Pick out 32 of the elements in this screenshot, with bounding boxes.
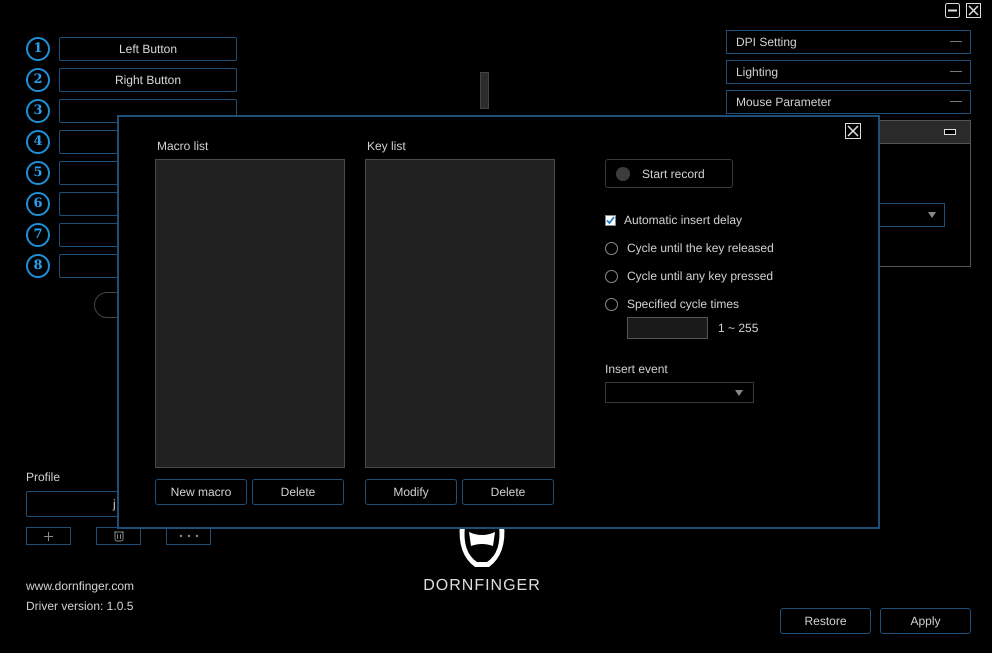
slot-number: 5 <box>26 161 50 185</box>
panel-header[interactable]: Lighting <box>726 60 971 84</box>
range-text: 1 ~ 255 <box>718 320 758 337</box>
slot-number: 8 <box>26 254 50 278</box>
footer-button[interactable]: Restore <box>780 608 871 634</box>
profile-label: Profile <box>26 470 62 484</box>
dialog-button[interactable]: Modify <box>365 479 457 505</box>
slot-number: 2 <box>26 68 50 92</box>
dialog-button[interactable]: Delete <box>462 479 554 505</box>
dialog-button[interactable]: Delete <box>252 479 344 505</box>
dialog-button[interactable]: New macro <box>155 479 247 505</box>
start-record-button[interactable]: Start record <box>605 159 733 188</box>
radio-label: Cycle until any key pressed <box>627 268 774 285</box>
panel-header[interactable]: Mouse Parameter <box>726 90 971 114</box>
website-link[interactable]: www.dornfinger.com <box>26 579 238 593</box>
insert-event-label: Insert event <box>605 362 669 376</box>
slot-number: 6 <box>26 192 50 216</box>
radio-label: Cycle until the key released <box>627 240 774 257</box>
radio-label: Specified cycle times <box>627 296 740 313</box>
driver-version: Driver version: 1.0.5 <box>26 599 134 613</box>
button-assignment[interactable]: Left Button <box>59 37 237 61</box>
list-label: Macro list <box>157 139 210 153</box>
footer-button[interactable]: Apply <box>880 608 971 634</box>
brand-name: DORNFINGER <box>423 576 541 596</box>
panel-header[interactable]: DPI Setting <box>726 30 971 54</box>
slot-number: 3 <box>26 99 50 123</box>
checkbox-label: Automatic insert delay <box>624 212 742 229</box>
button-assignment[interactable]: Right Button <box>59 68 237 92</box>
list-label: Key list <box>367 139 407 153</box>
slot-number: 1 <box>26 37 50 61</box>
slot-number: 7 <box>26 223 50 247</box>
slot-number: 4 <box>26 130 50 154</box>
